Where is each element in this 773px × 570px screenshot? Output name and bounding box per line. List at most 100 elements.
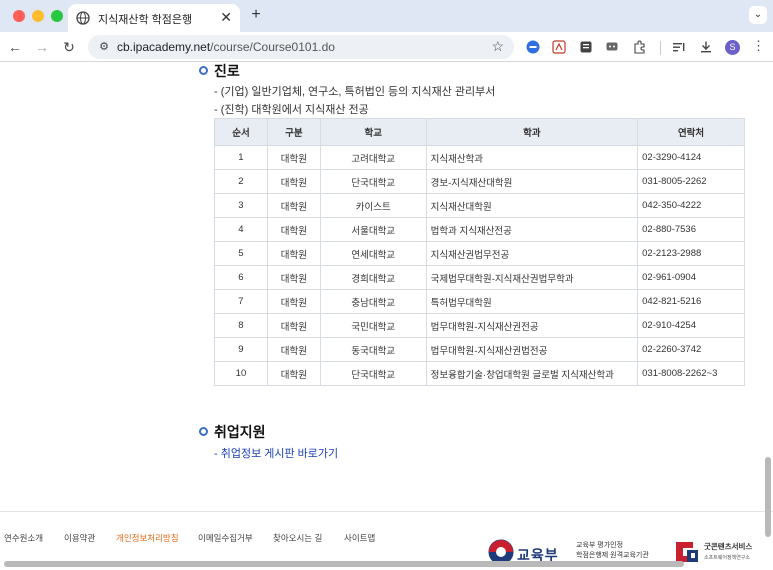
cell-school: 단국대학교 [319,361,427,386]
cell-type: 대학원 [266,145,321,170]
browser-menu-icon[interactable]: ⋮ [752,38,765,54]
table-row: 6 대학원 경희대학교 국제법무대학원-지식재산권법무학과 02-961-090… [214,265,745,290]
career-line-graduate: - (진학) 대학원에서 지식재산 전공 [214,104,369,116]
cell-department: 경보-지식재산대학원 [425,169,639,194]
extension-note-icon[interactable] [579,40,593,54]
cell-department: 특허법무대학원 [425,289,639,314]
vertical-scrollbar[interactable] [765,457,771,537]
good-content-title: 굿콘텐츠서비스 [704,542,753,551]
column-header-school: 학교 [319,118,427,146]
table-row: 1 대학원 고려대학교 지식재산학과 02-3290-4124 [214,145,745,170]
cell-type: 대학원 [266,217,321,242]
back-button[interactable]: ← [6,38,24,56]
cell-type: 대학원 [266,289,321,314]
new-tab-button[interactable]: + [248,6,264,24]
cell-order: 1 [214,145,268,170]
cell-order: 8 [214,313,268,338]
cell-school: 고려대학교 [319,145,427,170]
cell-contact: 042-350-4222 [637,193,745,218]
cell-department: 지식재산권법무전공 [425,241,639,266]
forward-button[interactable]: → [33,38,51,56]
employment-heading: 취업지원 [214,424,266,440]
footer-link-sitemap[interactable]: 사이트맵 [344,532,375,544]
address-bar[interactable]: ⚙ cb.ipacademy.net/course/Course0101.do … [88,35,514,59]
cell-contact: 031-8008-2262~3 [637,361,745,386]
window-minimize-button[interactable] [32,10,44,22]
column-header-department: 학과 [425,118,639,146]
cell-school: 카이스트 [319,193,427,218]
cell-contact: 02-2260-3742 [637,337,745,362]
close-tab-icon[interactable]: ✕ [220,9,232,25]
footer-link-terms[interactable]: 이용약관 [64,532,95,544]
cell-type: 대학원 [266,169,321,194]
cell-contact: 031-8005-2262 [637,169,745,194]
url-text[interactable]: cb.ipacademy.net/course/Course0101.do [117,40,335,54]
cell-contact: 02-880-7536 [637,217,745,242]
footer-divider [0,511,773,512]
extension-grid-icon[interactable] [552,40,566,54]
career-line-company: - (기업) 일반기업체, 연구소, 특허법인 등의 지식재산 관리부서 [214,86,496,98]
browser-tab-bar: 지식재산학 학점은행 ✕ + ⌄ [0,0,773,32]
download-icon[interactable] [699,40,713,54]
url-domain: cb.ipacademy.net [117,40,211,54]
cell-school: 경희대학교 [319,265,427,290]
footer-link-directions[interactable]: 찾아오시는 길 [273,532,322,544]
cell-school: 연세대학교 [319,241,427,266]
table-row: 3 대학원 카이스트 지식재산대학원 042-350-4222 [214,193,745,218]
url-path: /course/Course0101.do [210,40,335,54]
table-row: 7 대학원 충남대학교 특허법무대학원 042-821-5216 [214,289,745,314]
cell-order: 7 [214,289,268,314]
cell-order: 2 [214,169,268,194]
cell-department: 법학과 지식재산전공 [425,217,639,242]
cell-school: 국민대학교 [319,313,427,338]
tab-search-button[interactable]: ⌄ [749,6,767,24]
good-content-subtitle: 소프트웨어정책연구소 [704,555,751,561]
footer-link-privacy[interactable]: 개인정보처리방침 [116,532,179,544]
cell-type: 대학원 [266,337,321,362]
window-maximize-button[interactable] [51,10,63,22]
table-row: 8 대학원 국민대학교 법무대학원-지식재산권전공 02-910-4254 [214,313,745,338]
footer-link-about[interactable]: 연수원소개 [4,532,43,544]
footer-link-email-refusal[interactable]: 이메일수집거부 [198,532,253,544]
graduate-school-table: 순서 구분 학교 학과 연락처 1 대학원 고려대학교 지식재산학과 02-32… [214,118,745,386]
extension-blue-icon[interactable] [526,40,540,54]
extension-chat-icon[interactable] [605,40,619,54]
accreditation-line: 학점은행제 원격교육기관 [576,552,649,559]
extensions-puzzle-icon[interactable] [632,40,646,54]
cell-type: 대학원 [266,193,321,218]
cell-school: 동국대학교 [319,337,427,362]
career-heading: 진로 [214,63,240,79]
cell-school: 서울대학교 [319,217,427,242]
table-row: 10 대학원 단국대학교 정보융합기술·창업대학원 글로벌 지식재산학과 031… [214,361,745,386]
window-close-button[interactable] [13,10,25,22]
section-bullet-icon [199,427,208,436]
cell-order: 5 [214,241,268,266]
table-header-row: 순서 구분 학교 학과 연락처 [214,118,745,146]
column-header-contact: 연락처 [637,118,745,146]
job-board-link[interactable]: - 취업정보 게시판 바로가기 [214,445,338,461]
toolbar-separator [660,41,661,55]
reload-button[interactable]: ↻ [60,38,78,56]
cell-contact: 02-2123-2988 [637,241,745,266]
cell-department: 지식재산대학원 [425,193,639,218]
column-header-type: 구분 [266,118,321,146]
profile-avatar[interactable]: S [725,40,740,55]
table-row: 2 대학원 단국대학교 경보-지식재산대학원 031-8005-2262 [214,169,745,194]
cell-order: 9 [214,337,268,362]
cell-type: 대학원 [266,241,321,266]
cell-department: 법무대학원-지식재산권전공 [425,313,639,338]
cell-order: 3 [214,193,268,218]
cell-contact: 02-961-0904 [637,265,745,290]
bookmark-star-icon[interactable]: ☆ [491,38,504,55]
cell-contact: 042-821-5216 [637,289,745,314]
site-info-icon[interactable]: ⚙ [96,39,112,55]
browser-toolbar: ← → ↻ ⚙ cb.ipacademy.net/course/Course01… [0,32,773,62]
horizontal-scrollbar[interactable] [4,561,684,567]
cell-type: 대학원 [266,265,321,290]
reading-list-icon[interactable] [672,40,686,54]
cell-school: 단국대학교 [319,169,427,194]
section-bullet-icon [199,66,208,75]
active-tab[interactable]: 지식재산학 학점은행 ✕ [68,4,240,32]
table-row: 9 대학원 동국대학교 법무대학원-지식재산권법전공 02-2260-3742 [214,337,745,362]
cell-department: 정보융합기술·창업대학원 글로벌 지식재산학과 [425,361,639,386]
